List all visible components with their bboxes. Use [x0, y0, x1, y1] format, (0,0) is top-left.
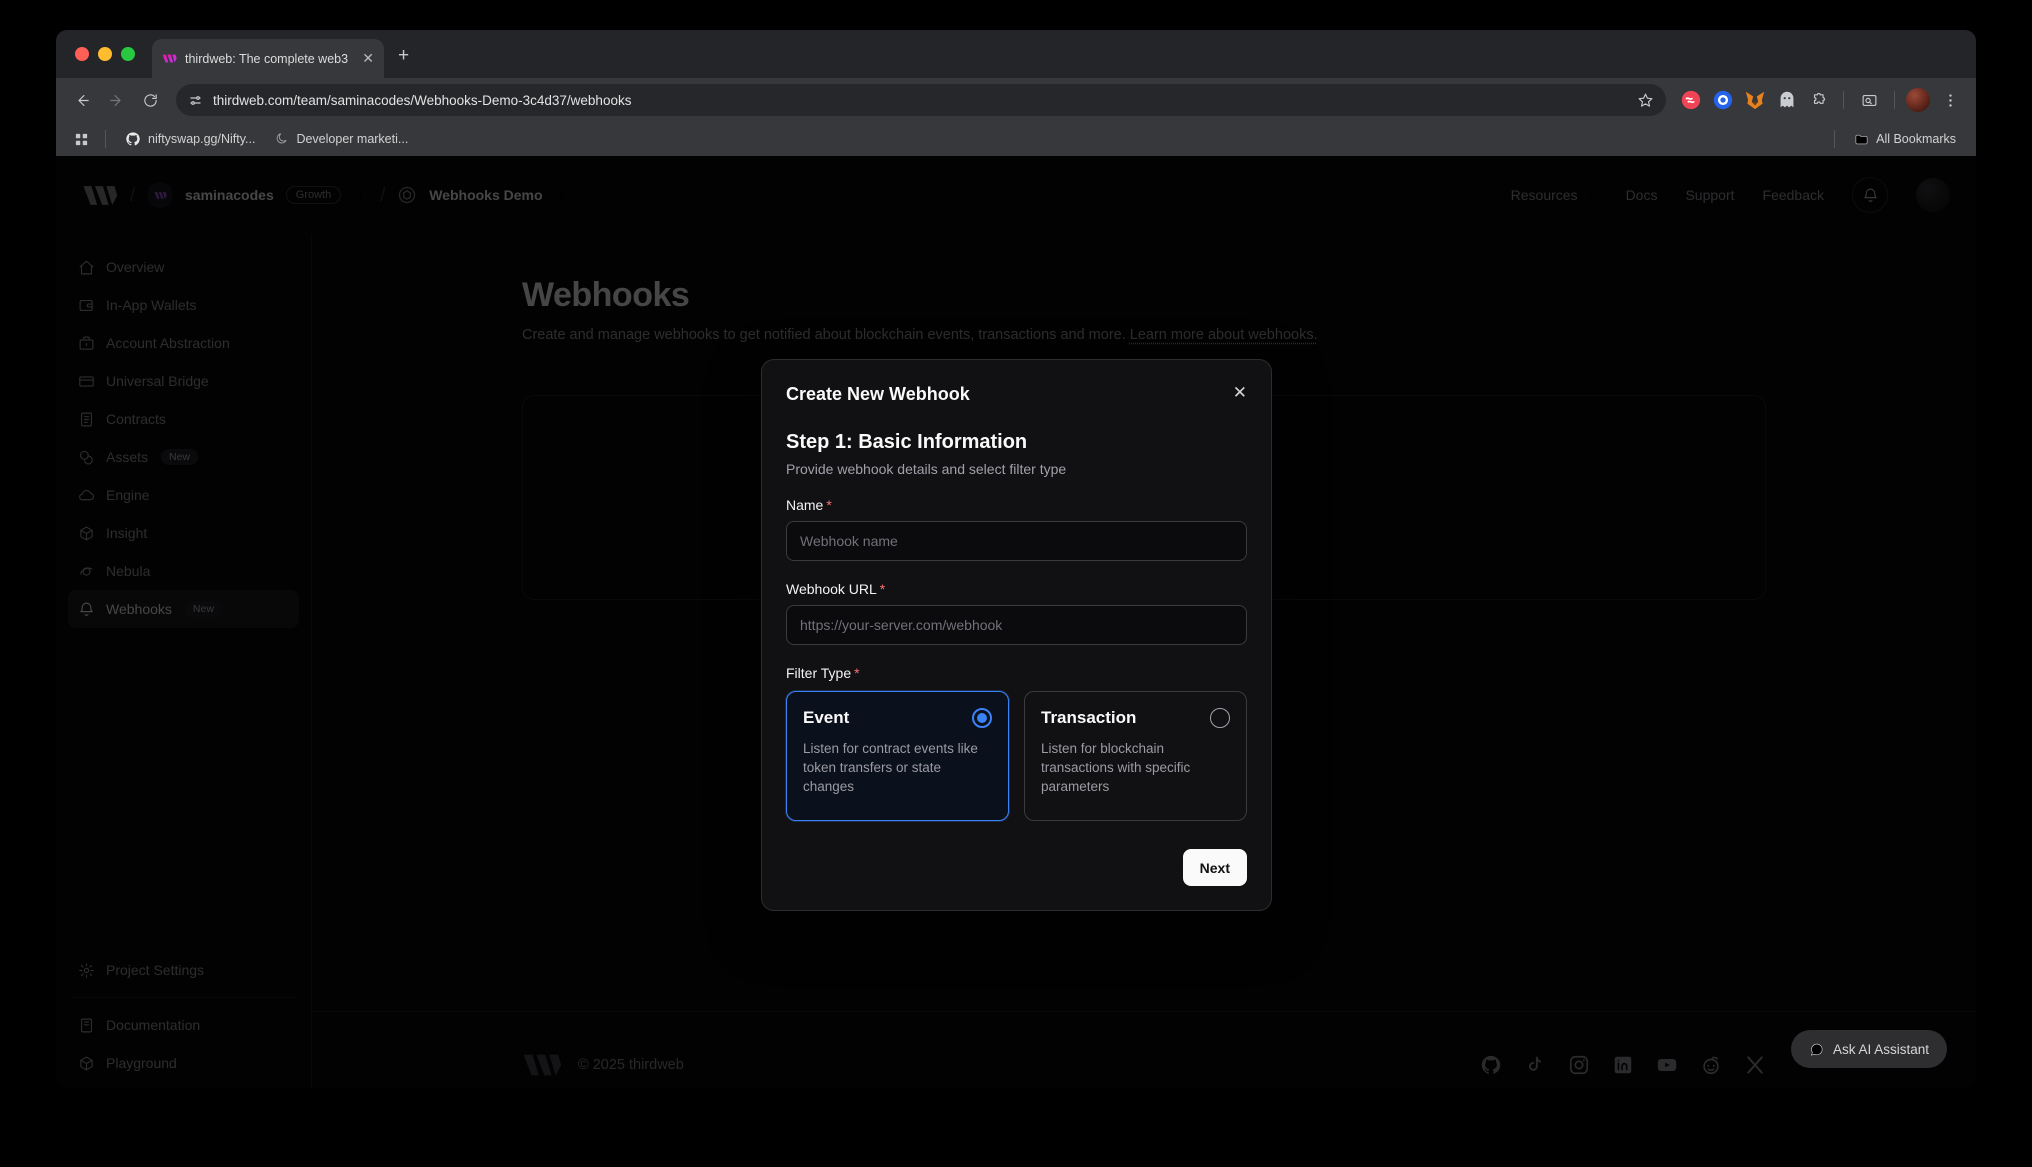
webhook-url-input[interactable]	[786, 605, 1247, 645]
bookmarks-divider	[105, 130, 106, 148]
bookmark-item-niftyswap[interactable]: niftyswap.gg/Nifty...	[119, 131, 261, 147]
forward-icon[interactable]	[102, 86, 130, 114]
zoom-window-button[interactable]	[121, 47, 135, 61]
browser-titlebar: thirdweb: The complete web3 ✕ +	[56, 30, 1976, 78]
red-wallet-extension-icon[interactable]	[1678, 87, 1704, 113]
github-icon	[125, 131, 141, 147]
new-tab-button[interactable]: +	[398, 46, 409, 65]
next-button[interactable]: Next	[1183, 849, 1247, 886]
filter-option-transaction[interactable]: Transaction Listen for blockchain transa…	[1024, 691, 1247, 821]
option-title: Transaction	[1041, 708, 1136, 728]
webhook-url-label: Webhook URL*	[786, 581, 1247, 597]
create-webhook-modal: Create New Webhook ✕ Step 1: Basic Infor…	[761, 359, 1272, 911]
extensions-puzzle-icon[interactable]	[1806, 87, 1832, 113]
filter-type-label: Filter Type*	[786, 665, 1247, 681]
bookmark-item-developer-marketing[interactable]: Developer marketi...	[269, 132, 414, 146]
metamask-fox-icon[interactable]	[1742, 87, 1768, 113]
tune-icon[interactable]	[188, 93, 203, 108]
address-bar[interactable]: thirdweb.com/team/saminacodes/Webhooks-D…	[176, 84, 1666, 116]
minimize-window-button[interactable]	[98, 47, 112, 61]
radio-selected-icon[interactable]	[972, 708, 992, 728]
url-text: thirdweb.com/team/saminacodes/Webhooks-D…	[213, 93, 1627, 108]
toolbar-divider	[1894, 91, 1895, 109]
option-description: Listen for blockchain transactions with …	[1041, 739, 1230, 796]
blue-circle-extension-icon[interactable]	[1710, 87, 1736, 113]
tab-close-icon[interactable]: ✕	[362, 50, 374, 67]
back-icon[interactable]	[68, 86, 96, 114]
browser-toolbar: thirdweb.com/team/saminacodes/Webhooks-D…	[56, 78, 1976, 122]
filter-option-event[interactable]: Event Listen for contract events like to…	[786, 691, 1009, 821]
kebab-menu-icon[interactable]	[1936, 86, 1964, 114]
bookmark-star-icon[interactable]	[1637, 92, 1654, 109]
option-description: Listen for contract events like token tr…	[803, 739, 992, 796]
thirdweb-favicon	[162, 51, 177, 66]
browser-tab[interactable]: thirdweb: The complete web3 ✕	[152, 39, 384, 78]
browser-window: thirdweb: The complete web3 ✕ + thirdweb…	[56, 30, 1976, 1088]
bookmarks-bar: niftyswap.gg/Nifty... Developer marketi.…	[56, 122, 1976, 156]
required-asterisk: *	[826, 497, 831, 513]
apps-grid-icon[interactable]	[70, 125, 92, 153]
folder-icon	[1854, 132, 1869, 147]
option-title: Event	[803, 708, 849, 728]
crescent-icon	[275, 132, 289, 146]
phantom-ghost-icon[interactable]	[1774, 87, 1800, 113]
traffic-lights	[75, 47, 135, 61]
webhook-name-input[interactable]	[786, 521, 1247, 561]
side-panel-search-icon[interactable]	[1855, 86, 1883, 114]
ask-ai-assistant-button[interactable]: Ask AI Assistant	[1791, 1030, 1947, 1068]
close-icon[interactable]: ✕	[1233, 384, 1247, 401]
reload-icon[interactable]	[136, 86, 164, 114]
tab-title: thirdweb: The complete web3	[185, 52, 354, 66]
step-subtitle: Provide webhook details and select filte…	[786, 461, 1247, 477]
thirdweb-dashboard-page: / saminacodes Growth / Webhooks Demo Res…	[56, 156, 1976, 1088]
name-label: Name*	[786, 497, 1247, 513]
close-window-button[interactable]	[75, 47, 89, 61]
required-asterisk: *	[880, 581, 885, 597]
toolbar-divider	[1843, 91, 1844, 109]
chat-bubble-icon	[1809, 1042, 1824, 1057]
bookmarks-divider	[1834, 130, 1835, 148]
step-title: Step 1: Basic Information	[786, 431, 1247, 454]
browser-profile-avatar[interactable]	[1906, 88, 1930, 112]
all-bookmarks-button[interactable]: All Bookmarks	[1848, 132, 1962, 147]
modal-title: Create New Webhook	[786, 384, 970, 405]
required-asterisk: *	[854, 665, 859, 681]
radio-unselected-icon[interactable]	[1210, 708, 1230, 728]
